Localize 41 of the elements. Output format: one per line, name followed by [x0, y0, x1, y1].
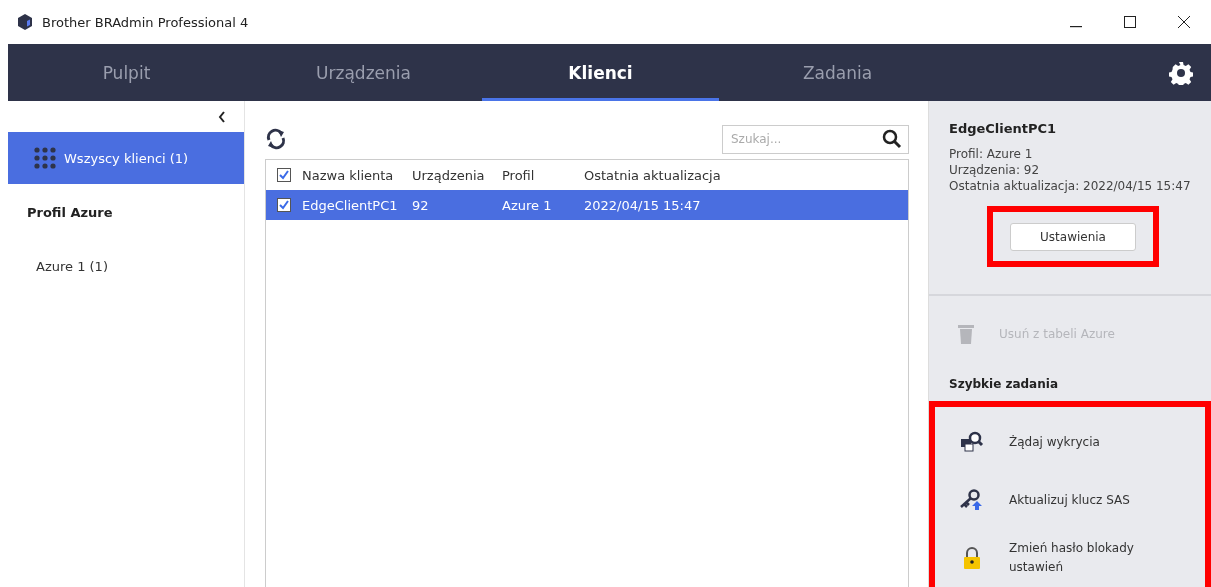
- app-logo-icon: [18, 14, 32, 30]
- detail-line: Ostatnia aktualizacja: 2022/04/15 15:47: [949, 178, 1192, 194]
- search-field[interactable]: Szukaj...: [722, 124, 909, 154]
- key-upload-icon: [959, 489, 985, 511]
- grid-icon: [34, 147, 56, 169]
- nav-tab[interactable]: Pulpit: [8, 44, 245, 101]
- search-devices-icon: [960, 431, 984, 453]
- trash-icon: [957, 322, 975, 345]
- maximize-icon: [1124, 16, 1136, 28]
- table-cell-text: 92: [412, 197, 430, 213]
- column-header[interactable]: Profil: [502, 167, 584, 183]
- sidebar-heading: Profil Azure: [26, 203, 114, 222]
- table-cell-text: EdgeClientPC1: [302, 197, 399, 213]
- padlock-icon: [961, 546, 983, 570]
- select-all-checkbox[interactable]: [277, 168, 291, 182]
- row-checkbox[interactable]: [277, 198, 291, 212]
- gear-icon: [1169, 60, 1193, 85]
- detail-line: Profil: Azure 1: [949, 146, 1034, 162]
- column-header[interactable]: Ostatnia aktualizacja: [584, 167, 908, 183]
- quick-task[interactable]: Aktualizuj klucz SAS: [953, 471, 1205, 529]
- nav-tab[interactable]: Klienci: [482, 44, 719, 101]
- nav-tab[interactable]: Urządzenia: [245, 44, 482, 101]
- sidebar-item[interactable]: Wszyscy klienci (1): [8, 132, 244, 184]
- table-cell-text: 2022/04/15 15:47: [584, 197, 702, 213]
- nav-tab[interactable]: Zadania: [719, 44, 956, 101]
- detail-line: Urządzenia: 92: [949, 162, 1041, 178]
- quick-task[interactable]: Zmień hasło blokady ustawień: [953, 529, 1205, 587]
- client-name: EdgeClientPC1: [949, 121, 1058, 136]
- refresh-icon[interactable]: [265, 128, 287, 150]
- settings-button[interactable]: Ustawienia: [1010, 222, 1136, 251]
- column-header[interactable]: Urządzenia: [412, 167, 502, 183]
- column-header[interactable]: Nazwa klienta: [302, 167, 412, 183]
- window-title: Brother BRAdmin Professional 4: [42, 14, 250, 30]
- close-icon: [1178, 16, 1190, 28]
- sidebar-item[interactable]: Azure 1 (1): [8, 240, 244, 292]
- table-cell-text: Azure 1: [502, 197, 553, 213]
- minimize-icon: [1070, 26, 1082, 28]
- section-title: Szybkie zadania: [948, 376, 1059, 393]
- search-icon[interactable]: [882, 128, 902, 149]
- quick-task[interactable]: Żądaj wykrycia: [953, 413, 1205, 471]
- table-row[interactable]: EdgeClientPC1 92 Azure 1 2022/04/15 15:47: [266, 190, 908, 220]
